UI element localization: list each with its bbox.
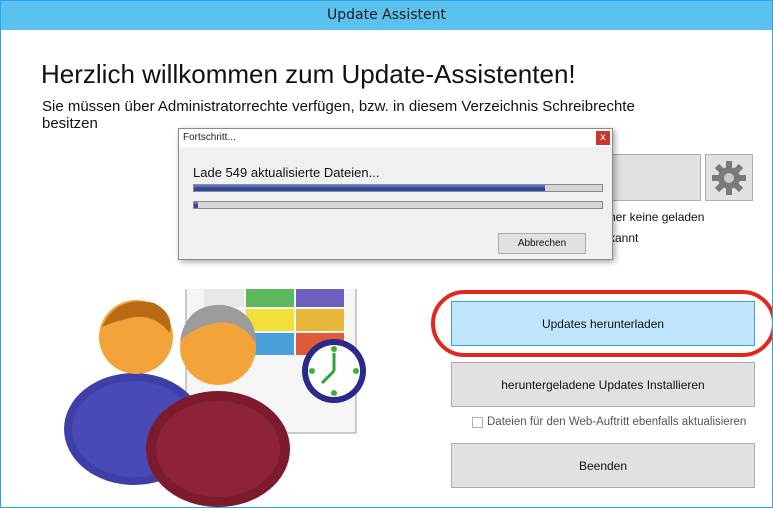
page-subtitle: Sie müssen über Administratorrechte verf…	[42, 98, 635, 132]
info-text-2: kannt	[609, 231, 639, 245]
overall-progress-bar	[193, 184, 603, 192]
dialog-title: Fortschritt...	[179, 129, 612, 147]
users-illustration	[64, 289, 366, 507]
progress-dialog: Fortschritt... x Lade 549 aktualisierte …	[178, 128, 613, 260]
file-progress-bar	[193, 201, 603, 209]
update-window: Update Assistent Herzlich willkommen zum…	[0, 0, 773, 508]
clock-icon	[302, 339, 366, 403]
window-title: Update Assistent	[1, 1, 772, 30]
checkbox-label: Dateien für den Web-Auftritt ebenfalls a…	[487, 416, 747, 428]
info-text-1: her keine geladen	[609, 210, 705, 224]
install-updates-button[interactable]: heruntergeladene Updates Installieren	[451, 362, 755, 407]
web-update-checkbox[interactable]: Dateien für den Web-Auftritt ebenfalls a…	[472, 416, 746, 428]
overall-progress-fill	[194, 185, 545, 191]
file-progress-fill	[194, 202, 199, 208]
settings-button[interactable]	[705, 154, 753, 201]
top-action-button[interactable]	[609, 154, 701, 201]
exit-button[interactable]: Beenden	[451, 443, 755, 488]
cancel-button[interactable]: Abbrechen	[498, 233, 586, 254]
main-content: Herzlich willkommen zum Update-Assistent…	[11, 31, 772, 507]
progress-status: Lade 549 aktualisierte Dateien...	[193, 165, 380, 180]
page-title: Herzlich willkommen zum Update-Assistent…	[41, 59, 576, 89]
checkbox-box[interactable]	[472, 416, 483, 428]
dialog-close-button[interactable]: x	[596, 131, 610, 145]
gear-icon	[712, 160, 746, 195]
highlight-annotation	[431, 290, 772, 357]
